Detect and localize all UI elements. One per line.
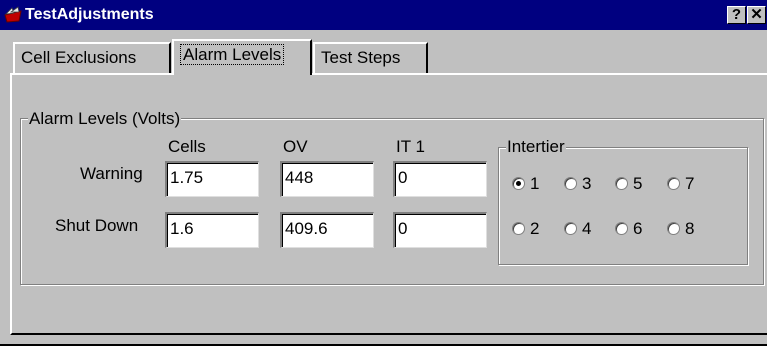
intertier-radio-2[interactable]: 2	[512, 219, 550, 239]
tab-test-steps[interactable]: Test Steps	[313, 42, 428, 73]
intertier-radio-6[interactable]: 6	[615, 219, 653, 239]
radio-button-selected	[512, 177, 525, 190]
title-bar: TestAdjustments ? ✕	[0, 0, 767, 30]
radio-label: 3	[582, 174, 592, 193]
intertier-radio-4[interactable]: 4	[564, 219, 602, 239]
column-header-ov: OV	[283, 137, 308, 156]
warning-cells-input[interactable]: 1.75	[165, 161, 259, 197]
help-icon: ?	[731, 6, 742, 23]
intertier-radio-1[interactable]: 1	[512, 174, 550, 194]
tab-label: Cell Exclusions	[21, 48, 137, 67]
intertier-radio-3[interactable]: 3	[564, 174, 602, 194]
radio-button	[667, 177, 680, 190]
radio-label: 6	[633, 219, 643, 238]
intertier-radio-8[interactable]: 8	[667, 219, 705, 239]
radio-label: 1	[530, 174, 540, 193]
intertier-radio-7[interactable]: 7	[667, 174, 705, 194]
tab-cell-exclusions[interactable]: Cell Exclusions	[13, 42, 171, 73]
radio-button	[667, 222, 680, 235]
radio-label: 8	[685, 219, 695, 238]
radio-label: 7	[685, 174, 695, 193]
radio-button	[615, 222, 628, 235]
row-label-shut-down: Shut Down	[55, 216, 139, 235]
app-icon	[4, 6, 22, 23]
tab-label: Alarm Levels	[180, 44, 285, 65]
radio-button	[564, 222, 577, 235]
column-header-cells: Cells	[168, 137, 206, 156]
shutdown-ov-input[interactable]: 409.6	[280, 212, 374, 248]
radio-label: 2	[530, 219, 540, 238]
warning-ov-input[interactable]: 448	[280, 161, 374, 197]
intertier-groupbox	[498, 147, 748, 265]
radio-button	[512, 222, 525, 235]
shutdown-cells-input[interactable]: 1.6	[165, 212, 259, 248]
close-button[interactable]: ✕	[747, 6, 766, 24]
test-adjustments-window: TestAdjustments ? ✕ Cell Exclusions Alar…	[0, 0, 767, 346]
radio-label: 5	[633, 174, 643, 193]
close-icon: ✕	[750, 6, 763, 23]
radio-label: 4	[582, 219, 592, 238]
window-title: TestAdjustments	[25, 6, 154, 23]
shutdown-it1-input[interactable]: 0	[393, 212, 487, 248]
row-label-warning: Warning	[80, 164, 143, 183]
column-header-it1: IT 1	[396, 137, 425, 156]
warning-it1-input[interactable]: 0	[393, 161, 487, 197]
tab-alarm-levels[interactable]: Alarm Levels	[172, 39, 312, 75]
radio-button	[615, 177, 628, 190]
alarm-levels-group-label: Alarm Levels (Volts)	[28, 109, 182, 129]
help-button[interactable]: ?	[727, 6, 746, 24]
radio-button	[564, 177, 577, 190]
intertier-group-label: Intertier	[506, 137, 566, 157]
intertier-radio-5[interactable]: 5	[615, 174, 653, 194]
tab-label: Test Steps	[321, 48, 401, 67]
